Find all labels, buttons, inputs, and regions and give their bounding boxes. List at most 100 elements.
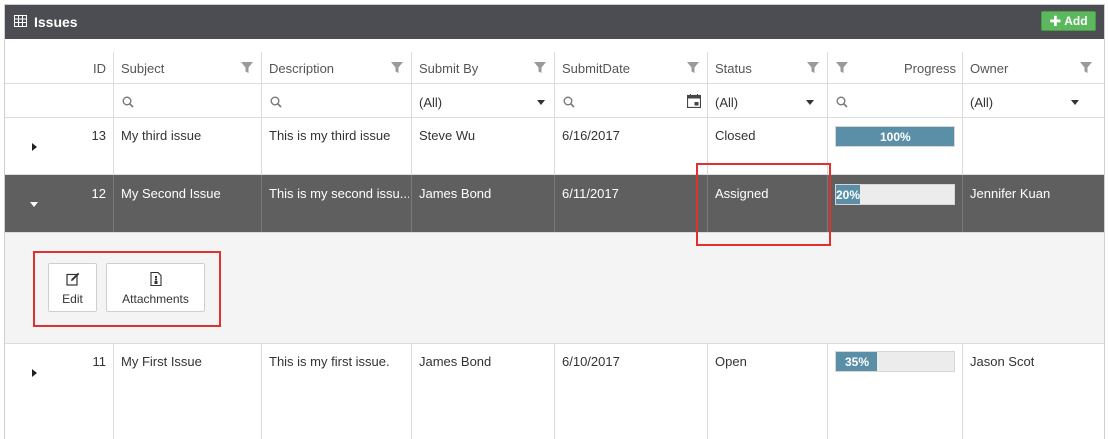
filter-submit-by-select[interactable]: (All) [411, 84, 554, 117]
cell-id: 11 [5, 344, 113, 439]
cell-id: 12 [5, 175, 113, 232]
cell-owner [962, 118, 1104, 174]
column-header-progress[interactable]: Progress [827, 52, 962, 83]
filter-owner-select[interactable]: (All) [962, 84, 1104, 117]
row-description: This is my second issu... [269, 186, 409, 201]
cell-owner: Jason Scot [962, 344, 1104, 439]
row-status: Open [715, 354, 747, 369]
column-header-subject[interactable]: Subject [113, 52, 261, 83]
table-row[interactable]: 13 My third issue This is my third issue… [5, 118, 1104, 175]
cell-description: This is my second issu... [261, 175, 411, 232]
cell-submit-date: 6/11/2017 [554, 175, 707, 232]
attachments-button[interactable]: Attachments [106, 263, 205, 312]
column-label-subject: Subject [121, 61, 165, 76]
cell-status: Closed [707, 118, 827, 174]
cell-submit-date: 6/10/2017 [554, 344, 707, 439]
filter-progress[interactable] [827, 84, 962, 117]
row-owner: Jason Scot [970, 354, 1035, 369]
filter-cell-id [5, 84, 113, 117]
edit-button[interactable]: Edit [48, 263, 97, 312]
progress-bar: 35% [835, 351, 955, 372]
filter-icon[interactable] [687, 62, 699, 74]
progress-bar: 100% [835, 126, 955, 147]
row-id: 13 [91, 128, 106, 143]
row-submit-by: James Bond [419, 186, 492, 201]
column-header-status[interactable]: Status [707, 52, 827, 83]
row-status: Assigned [715, 186, 769, 201]
table-row-selected[interactable]: 12 My Second Issue This is my second iss… [5, 175, 1104, 233]
cell-subject: My Second Issue [113, 175, 261, 232]
search-icon [836, 96, 848, 108]
column-header-id[interactable]: ID [5, 52, 113, 83]
column-label-progress: Progress [903, 61, 956, 76]
row-detail-panel: Edit Attachments [5, 233, 1104, 344]
progress-bar: 20% [835, 184, 955, 205]
cell-description: This is my first issue. [261, 344, 411, 439]
cell-submit-by: James Bond [411, 175, 554, 232]
cell-status: Assigned [707, 175, 827, 232]
edit-button-label: Edit [62, 292, 83, 306]
filter-row: (All) (All) (All) [5, 84, 1104, 118]
row-submit-date: 6/10/2017 [562, 354, 620, 369]
cell-description: This is my third issue [261, 118, 411, 174]
search-icon [563, 96, 575, 108]
filter-icon[interactable] [1080, 62, 1092, 74]
chevron-down-icon [806, 100, 814, 105]
add-button-label: Add [1064, 14, 1088, 28]
column-label-id: ID [93, 61, 106, 76]
filter-status-value: (All) [715, 95, 739, 110]
edit-icon [65, 272, 79, 286]
table-icon [14, 15, 27, 27]
issues-grid-panel: Issues ✚ Add ID Subject Description Subm… [4, 4, 1105, 439]
filter-icon[interactable] [836, 62, 848, 74]
row-submit-by: James Bond [419, 354, 492, 369]
filter-icon[interactable] [241, 62, 253, 74]
filter-icon[interactable] [391, 62, 403, 74]
add-button[interactable]: ✚ Add [1041, 11, 1096, 31]
column-label-submit-date: SubmitDate [562, 61, 630, 76]
cell-owner: Jennifer Kuan [962, 175, 1104, 232]
row-status: Closed [715, 128, 756, 143]
attachments-button-label: Attachments [122, 292, 189, 306]
cell-submit-date: 6/16/2017 [554, 118, 707, 174]
filter-icon[interactable] [807, 62, 819, 74]
filter-status-select[interactable]: (All) [707, 84, 827, 117]
filter-submit-by-value: (All) [419, 95, 443, 110]
row-id: 12 [91, 186, 106, 201]
row-subject: My Second Issue [121, 186, 221, 201]
calendar-icon[interactable] [687, 94, 701, 108]
column-label-submit-by: Submit By [419, 61, 479, 76]
column-header-owner[interactable]: Owner [962, 52, 1104, 83]
row-submit-date: 6/11/2017 [562, 186, 619, 201]
cell-subject: My First Issue [113, 344, 261, 439]
row-description: This is my third issue [269, 128, 391, 143]
row-description: This is my first issue. [269, 354, 390, 369]
table-row[interactable]: 11 My First Issue This is my first issue… [5, 344, 1104, 439]
progress-label: 100% [880, 130, 911, 144]
column-header-submit-date[interactable]: SubmitDate [554, 52, 707, 83]
column-header-row: ID Subject Description Submit By SubmitD… [5, 52, 1104, 84]
progress-label: 35% [845, 355, 870, 369]
column-header-description[interactable]: Description [261, 52, 411, 83]
cell-submit-by: James Bond [411, 344, 554, 439]
plus-icon: ✚ [1049, 13, 1062, 29]
column-label-description: Description [269, 61, 335, 76]
row-subject: My third issue [121, 128, 202, 143]
filter-description[interactable] [261, 84, 411, 117]
cell-subject: My third issue [113, 118, 261, 174]
column-header-submit-by[interactable]: Submit By [411, 52, 554, 83]
column-label-status: Status [715, 61, 752, 76]
column-label-owner: Owner [970, 61, 1009, 76]
row-id: 11 [92, 354, 107, 369]
cell-id: 13 [5, 118, 113, 174]
row-submit-date: 6/16/2017 [562, 128, 620, 143]
filter-owner-value: (All) [970, 95, 994, 110]
filter-icon[interactable] [534, 62, 546, 74]
search-icon [122, 96, 134, 108]
filter-subject[interactable] [113, 84, 261, 117]
panel-header: Issues ✚ Add [5, 5, 1104, 39]
attachment-file-icon [149, 272, 162, 286]
filter-submit-date[interactable] [554, 84, 707, 117]
row-submit-by: Steve Wu [419, 128, 476, 143]
cell-submit-by: Steve Wu [411, 118, 554, 174]
